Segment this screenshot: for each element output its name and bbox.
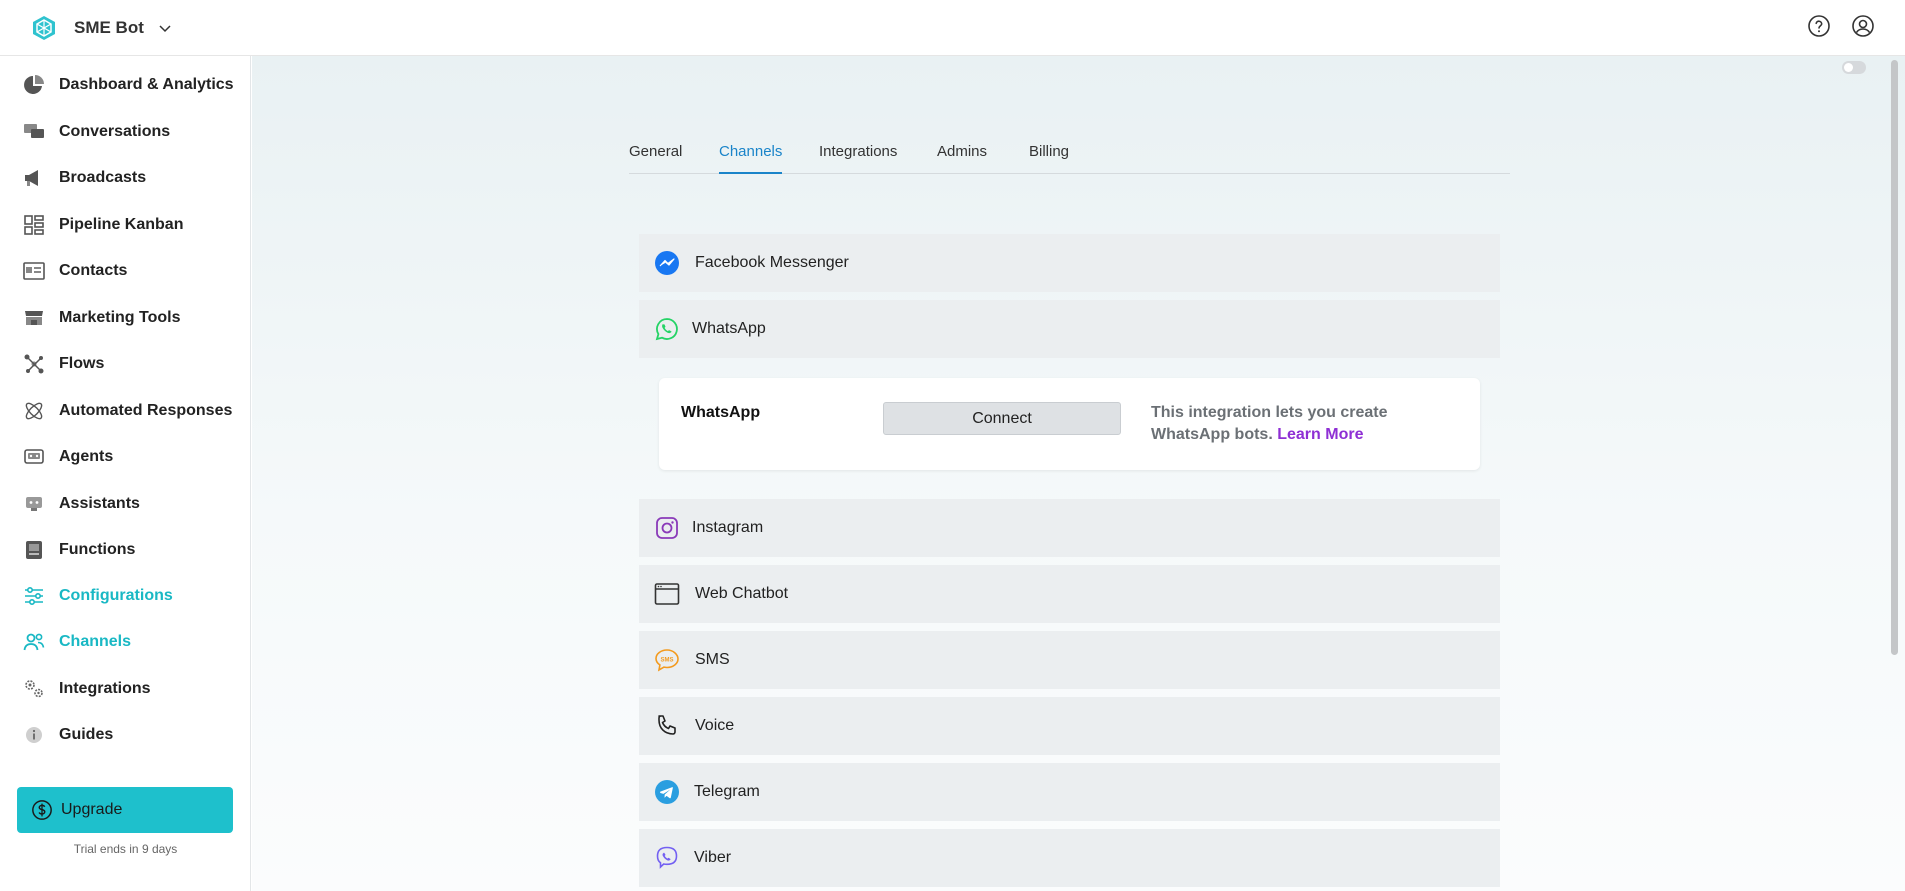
sidebar-item-label: Channels — [59, 633, 132, 650]
tab-general[interactable]: General — [629, 136, 682, 174]
sidebar: Dashboard & Analytics Conversations Broa… — [0, 56, 251, 891]
sidebar-item-configurations[interactable]: Configurations — [0, 576, 251, 616]
channel-label: Web Chatbot — [695, 585, 789, 602]
app-name: SME Bot — [74, 17, 144, 37]
store-icon — [25, 311, 43, 325]
sidebar-item-guides[interactable]: Guides — [0, 715, 251, 755]
chat-bubbles-icon — [24, 124, 44, 138]
sidebar-item-label: Functions — [59, 541, 136, 558]
connect-button[interactable]: Connect — [883, 402, 1121, 435]
channel-label: WhatsApp — [692, 320, 766, 337]
integration-title: WhatsApp — [681, 404, 761, 421]
sidebar-item-flows[interactable]: Flows — [0, 344, 251, 384]
channel-row-sms[interactable]: SMS SMS — [639, 631, 1500, 689]
main-content: General Channels Integrations Admins Bil… — [252, 56, 1905, 891]
help-icon[interactable] — [1807, 14, 1831, 38]
sidebar-item-integrations[interactable]: Integrations — [0, 669, 251, 709]
upgrade-button[interactable]: Upgrade — [17, 787, 233, 833]
upgrade-label: Upgrade — [61, 801, 123, 818]
channel-row-instagram[interactable]: Instagram — [639, 499, 1500, 557]
users-icon — [23, 633, 45, 651]
sidebar-item-dashboard[interactable]: Dashboard & Analytics — [0, 65, 251, 105]
channel-row-whatsapp[interactable]: WhatsApp — [639, 300, 1500, 358]
contact-card-icon — [23, 262, 45, 280]
sidebar-item-pipeline-kanban[interactable]: Pipeline Kanban — [0, 205, 251, 245]
channel-label: Telegram — [694, 783, 760, 800]
tab-billing[interactable]: Billing — [1029, 136, 1069, 174]
tab-channels[interactable]: Channels — [719, 136, 783, 174]
atom-icon — [25, 402, 43, 420]
tab-admins[interactable]: Admins — [937, 136, 987, 174]
whatsapp-integration-panel: WhatsApp Connect This integration lets y… — [659, 378, 1480, 470]
user-account-icon[interactable] — [1851, 14, 1875, 38]
tab-integrations[interactable]: Integrations — [819, 136, 897, 174]
sidebar-item-assistants[interactable]: Assistants — [0, 484, 251, 524]
gears-icon — [25, 680, 43, 698]
channel-label: Voice — [695, 717, 735, 734]
channel-label: Instagram — [692, 519, 764, 536]
sidebar-item-label: Pipeline Kanban — [59, 216, 184, 233]
sidebar-item-label: Contacts — [59, 262, 128, 279]
sidebar-item-label: Guides — [59, 726, 114, 743]
phone-icon — [658, 715, 676, 735]
theme-toggle[interactable] — [1842, 61, 1866, 74]
svg-text:SMS: SMS — [660, 658, 673, 664]
sidebar-item-agents[interactable]: Agents — [0, 437, 251, 477]
channel-label: Viber — [694, 849, 732, 866]
trial-status-text: Trial ends in 9 days — [73, 842, 178, 856]
sidebar-item-label: Assistants — [59, 495, 140, 512]
channel-label: SMS — [695, 651, 730, 668]
whatsapp-icon — [655, 318, 678, 341]
viber-icon — [656, 846, 678, 869]
info-icon — [26, 727, 42, 743]
integration-description: This integration lets you create WhatsAp… — [1151, 402, 1471, 446]
sidebar-item-conversations[interactable]: Conversations — [0, 112, 251, 152]
channel-row-web-chatbot[interactable]: Web Chatbot — [639, 565, 1500, 623]
function-icon — [26, 541, 42, 559]
assistant-icon — [26, 497, 42, 511]
sidebar-item-marketing-tools[interactable]: Marketing Tools — [0, 298, 251, 338]
sidebar-item-channels[interactable]: Channels — [0, 622, 251, 662]
channel-row-facebook-messenger[interactable]: Facebook Messenger — [639, 234, 1500, 292]
messenger-icon — [655, 251, 679, 275]
megaphone-icon — [25, 170, 38, 186]
channel-row-telegram[interactable]: Telegram — [639, 763, 1500, 821]
sidebar-item-label: Agents — [59, 448, 114, 465]
sidebar-item-label: Marketing Tools — [59, 309, 181, 326]
browser-window-icon — [654, 583, 680, 605]
learn-more-link[interactable]: Learn More — [1277, 426, 1363, 443]
channel-row-voice[interactable]: Voice — [639, 697, 1500, 755]
top-bar: SME Bot — [0, 0, 1905, 56]
sidebar-item-label: Dashboard & Analytics — [59, 76, 234, 93]
sidebar-item-label: Conversations — [59, 123, 171, 140]
sliders-icon — [25, 586, 43, 606]
sidebar-item-label: Configurations — [59, 587, 173, 604]
kanban-icon — [24, 215, 44, 235]
scrollbar-thumb[interactable] — [1891, 60, 1898, 655]
flow-icon — [24, 354, 44, 374]
sidebar-item-label: Automated Responses — [59, 402, 233, 419]
dollar-circle-icon — [32, 800, 52, 820]
pie-chart-icon — [24, 75, 44, 94]
sms-icon: SMS — [655, 649, 679, 672]
chevron-down-icon — [159, 24, 171, 32]
sidebar-item-functions[interactable]: Functions — [0, 530, 251, 570]
channel-row-viber[interactable]: Viber — [639, 829, 1500, 887]
sidebar-item-label: Broadcasts — [59, 169, 147, 186]
brand-logo-icon — [33, 15, 55, 40]
sidebar-item-contacts[interactable]: Contacts — [0, 251, 251, 291]
instagram-icon — [656, 517, 678, 539]
settings-tabs: General Channels Integrations Admins Bil… — [629, 136, 1510, 174]
telegram-icon — [655, 780, 679, 804]
sidebar-item-label: Integrations — [59, 680, 151, 697]
sidebar-item-label: Flows — [59, 355, 105, 372]
sidebar-item-broadcasts[interactable]: Broadcasts — [0, 158, 251, 198]
sidebar-item-automated-responses[interactable]: Automated Responses — [0, 391, 251, 431]
agent-icon — [24, 449, 44, 464]
channel-label: Facebook Messenger — [695, 254, 849, 271]
workspace-switcher[interactable]: SME Bot — [30, 14, 172, 42]
